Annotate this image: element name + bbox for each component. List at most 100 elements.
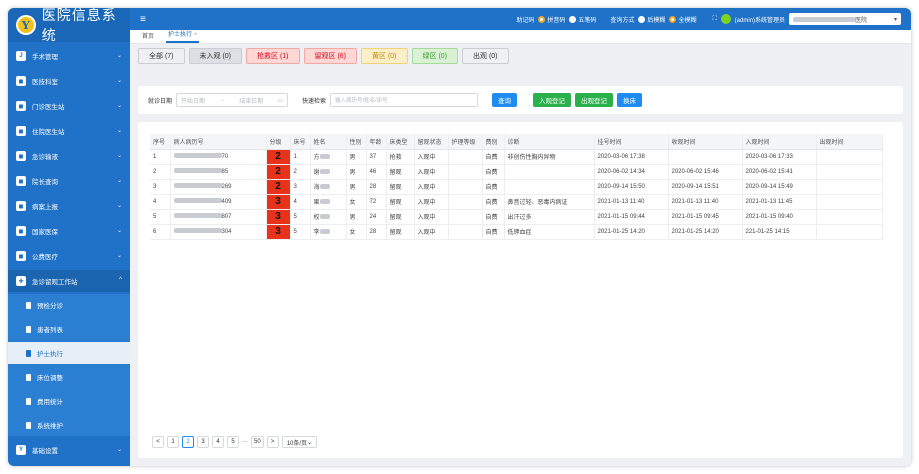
sidebar-subitem-2[interactable]: 护士执行 [8, 342, 130, 364]
page-size-select[interactable]: 10条/页 ⌄ [281, 436, 318, 448]
tab-nurse-execution[interactable]: 护士执行 × [166, 29, 200, 43]
radio-full-fuzzy[interactable]: 全模糊 [669, 15, 696, 24]
column-header[interactable]: 出观时间 [816, 134, 883, 150]
exit-observation-button[interactable]: 出观登记 [575, 93, 614, 107]
chevron-down-icon: ⌄ [116, 228, 122, 234]
table-row[interactable]: 2 85 2 2 谢男 46 留观 入观中 自费 2020-06-02 14:34 2020-06-… [150, 164, 883, 180]
column-header[interactable]: 费别 [482, 134, 505, 150]
sidebar-item-7[interactable]: ◼ 国家医保 ⌄ [8, 220, 130, 242]
table-row[interactable]: 6 304 3 5 李女 28 留观 入观中 自费 低钾血症 2021-01-25 14:20 202… [150, 224, 883, 240]
column-header[interactable]: 年龄 [366, 134, 387, 150]
page-button[interactable]: 5 [227, 436, 239, 448]
table-cell: 非创伤性胸内异物 [504, 149, 595, 165]
enter-observation-button[interactable]: 入观登记 [533, 93, 572, 107]
table-cell: 85 [170, 164, 267, 180]
page-button[interactable]: 3 [197, 436, 209, 448]
column-header[interactable]: 护理等级 [448, 134, 483, 150]
redacted-text [173, 213, 222, 218]
radio-pinyin[interactable]: 拼音码 [538, 15, 565, 24]
column-header[interactable]: 收观时间 [668, 134, 743, 150]
table-cell: 女 [346, 224, 367, 240]
column-header[interactable]: 挂号时间 [594, 134, 669, 150]
filter-button-5[interactable]: 绿区 (0) [411, 48, 458, 64]
column-header[interactable]: 诊断 [504, 134, 595, 150]
fullscreen-icon[interactable]: ⛶ [712, 16, 716, 23]
table-cell: 5 [290, 209, 311, 225]
date-range-picker[interactable]: 开始日期 → 结束日期 ▭ [176, 93, 289, 107]
page-button[interactable]: 2 [182, 436, 194, 448]
sidebar-subitem-4[interactable]: 费用统计 [8, 390, 130, 412]
radio-suffix-fuzzy[interactable]: 后模糊 [638, 15, 665, 24]
column-header[interactable]: 病人病历号 [170, 134, 267, 150]
sidebar-group-emergency[interactable]: ✚ 急诊留观工作站 ^ [8, 270, 130, 292]
table-cell: 男 [346, 209, 367, 225]
filter-button-6[interactable]: 出观 (0) [462, 48, 509, 64]
page-button[interactable]: 1 [167, 436, 179, 448]
redacted-text [319, 214, 330, 219]
table-cell [816, 164, 883, 180]
menu-toggle-icon[interactable]: ≡ [140, 14, 146, 25]
column-header[interactable]: 床号 [290, 134, 311, 150]
table-row[interactable]: 4 409 3 4 果女 72 留观 入观中 自费 鼻音过轻、恶毒内病证 2021-01-13 11… [150, 194, 883, 210]
radio-wubi[interactable]: 五笔码 [569, 15, 596, 24]
sidebar-item-4[interactable]: ◼ 急诊输液 ⌄ [8, 145, 130, 167]
sidebar-bottom-item-0[interactable]: Y 基础设置 ⌄ [8, 439, 130, 461]
filter-button-1[interactable]: 未入观 (0) [188, 48, 242, 64]
table-row[interactable]: 1 70 2 1 方男 37 抢救 入观中 自费 非创伤性胸内异物 2020-03-06 17:38… [150, 149, 883, 165]
column-header[interactable]: 留观状态 [414, 134, 449, 150]
pager-ellipsis: ··· [242, 439, 248, 445]
table-cell: 留观 [386, 224, 415, 240]
column-header[interactable]: 分级 [266, 134, 291, 150]
sidebar-item-3[interactable]: ◼ 住院医生站 ⌄ [8, 120, 130, 142]
sidebar-item-5[interactable]: ◼ 院长查询 ⌄ [8, 170, 130, 192]
current-user[interactable]: (admin)系统管理员 [735, 15, 785, 24]
filter-button-0[interactable]: 全部 (7) [138, 48, 185, 64]
column-header[interactable]: 序号 [150, 134, 171, 150]
sidebar-subitem-3[interactable]: 床位调整 [8, 366, 130, 388]
next-page-button[interactable]: > [266, 436, 279, 448]
sidebar-subitem-5[interactable]: 系统维护 [8, 414, 130, 436]
sidebar-item-0[interactable]: J 手术管理 ⌄ [8, 45, 130, 67]
chevron-down-icon: ⌄ [116, 53, 122, 59]
table-row[interactable]: 5 807 3 5 权男 24 留观 入观中 自费 出汗过多 2021-01-15 09:44 202… [150, 209, 883, 225]
app-window: Y 医院信息系统 J 手术管理 ⌄ ◼ 医技科室 ⌄ ◼ 门诊医生站 ⌄ ◼ 住院医生站 ⌄ ◼ 急诊输液… [8, 8, 911, 466]
column-header[interactable]: 入观时间 [742, 134, 817, 150]
filter-button-2[interactable]: 抢救区 (1) [246, 48, 300, 64]
column-header[interactable]: 性别 [346, 134, 367, 150]
query-button[interactable]: 查询 [492, 93, 518, 107]
filter-button-4[interactable]: 黄区 (0) [361, 48, 408, 64]
sidebar-subitem-1[interactable]: 患者列表 [8, 318, 130, 340]
last-page-button[interactable]: 50 [251, 436, 264, 448]
table-cell: 2020-09-14 15:49 [742, 179, 817, 195]
column-header[interactable]: 姓名 [310, 134, 347, 150]
table-cell: 自费 [482, 209, 505, 225]
sidebar-item-2[interactable]: ◼ 门诊医生站 ⌄ [8, 95, 130, 117]
sidebar-item-6[interactable]: ◼ 病案上报 ⌄ [8, 195, 130, 217]
table-cell: 2020-06-02 15:41 [742, 164, 817, 180]
chevron-down-icon: ⌄ [116, 153, 122, 159]
sidebar-subitem-0[interactable]: 预检分诊 [8, 294, 130, 316]
close-icon[interactable]: × [194, 32, 198, 38]
change-bed-button[interactable]: 换床 [617, 93, 643, 107]
table-cell: 女 [346, 194, 367, 210]
page-tabs: 首页 护士执行 × [130, 30, 911, 44]
table-cell: 自费 [482, 224, 505, 240]
prev-page-button[interactable]: < [152, 436, 164, 448]
table-cell: 入观中 [414, 209, 449, 225]
table-cell: 409 [170, 194, 267, 210]
column-header[interactable]: 床类型 [386, 134, 415, 150]
filter-button-3[interactable]: 留观区 (6) [303, 48, 357, 64]
table-row[interactable]: 3 269 2 3 海男 28 留观 入观中 自费 2020-09-14 15:50 2020-09… [150, 179, 883, 195]
code-label: 助记码 [516, 17, 535, 24]
table-cell [448, 209, 483, 225]
avatar[interactable] [720, 14, 731, 24]
table-cell: 4 [150, 194, 171, 210]
quick-search-input[interactable]: 输入病历号/姓名/床号 [330, 93, 479, 107]
page-button[interactable]: 4 [212, 436, 224, 448]
chevron-up-icon: ^ [119, 277, 122, 283]
sidebar-item-8[interactable]: ◼ 公费医疗 ⌄ [8, 245, 130, 267]
sidebar-bottom-item-1[interactable]: ◼患者集成视图⌄ [8, 464, 130, 466]
tab-home[interactable]: 首页 [140, 31, 156, 43]
sidebar-item-1[interactable]: ◼ 医技科室 ⌄ [8, 70, 130, 92]
department-select[interactable]: 医院 ▾ [789, 13, 901, 25]
